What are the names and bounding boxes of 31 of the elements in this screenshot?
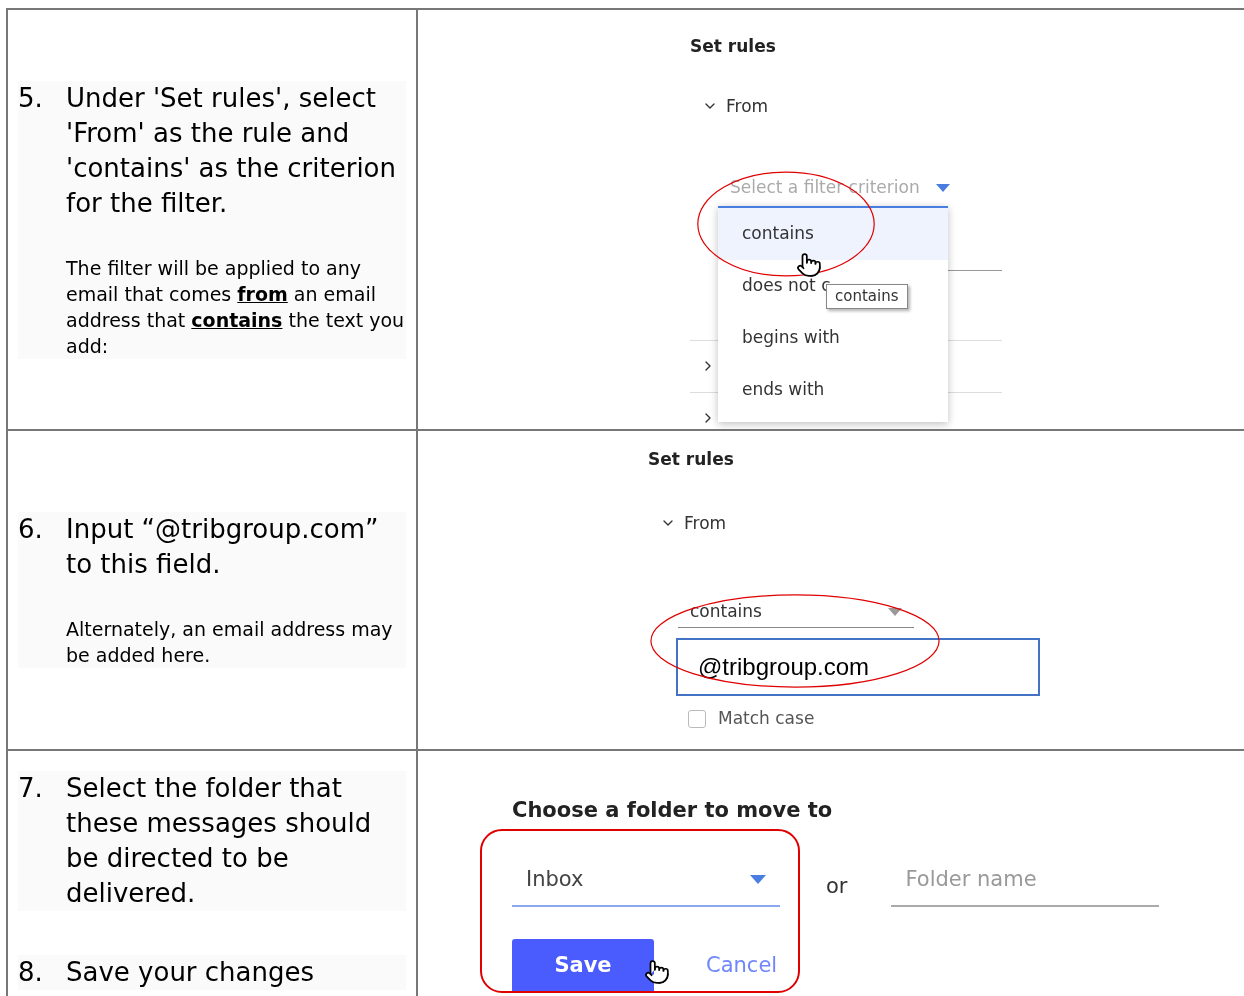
criterion-select[interactable]: contains bbox=[678, 596, 914, 628]
checkbox-label: Match case bbox=[718, 707, 815, 730]
step-instruction: Select the folder that these messages should be directed to be delivered. bbox=[66, 772, 373, 910]
folder-select[interactable]: Inbox bbox=[512, 854, 780, 907]
save-button[interactable]: Save bbox=[512, 938, 654, 993]
hand-pointer-icon bbox=[644, 959, 670, 985]
menu-option[interactable]: ends with bbox=[718, 364, 948, 416]
hand-pointer-icon bbox=[796, 252, 822, 278]
panel-title: Choose a folder to move to bbox=[512, 797, 834, 824]
dropdown-caret-icon[interactable] bbox=[935, 183, 950, 192]
step-note: The filter will be applied to any email that comes from an email address that contains the text you add: bbox=[66, 255, 406, 359]
step-number: 6. bbox=[18, 513, 44, 546]
panel-title: Set rules bbox=[648, 448, 735, 471]
panel-title: Set rules bbox=[690, 35, 777, 58]
checkbox[interactable] bbox=[688, 709, 706, 728]
dropdown-caret-icon bbox=[750, 875, 766, 884]
step-instruction: Input “@tribgroup.com” to this field. bbox=[66, 513, 380, 581]
step-instruction: Save your changes bbox=[66, 956, 315, 989]
separator-text: or bbox=[826, 873, 848, 900]
section-label: From bbox=[684, 511, 727, 535]
step-number: 7. bbox=[18, 772, 44, 805]
tooltip: contains bbox=[826, 284, 908, 309]
menu-option[interactable]: contains bbox=[718, 208, 948, 260]
step-number: 8. bbox=[18, 956, 44, 989]
section-label: From bbox=[726, 94, 769, 118]
text-input[interactable]: @tribgroup.com bbox=[676, 638, 1040, 696]
menu-option[interactable]: begins with bbox=[718, 312, 948, 364]
step-instruction: Under 'Set rules', select 'From' as the rule and 'contains' as the criterion for the filter. bbox=[66, 81, 397, 220]
step-note: Alternately, an email address may be added here. bbox=[66, 617, 394, 668]
dropdown-caret-icon bbox=[888, 607, 902, 616]
step-number: 5. bbox=[18, 81, 44, 115]
